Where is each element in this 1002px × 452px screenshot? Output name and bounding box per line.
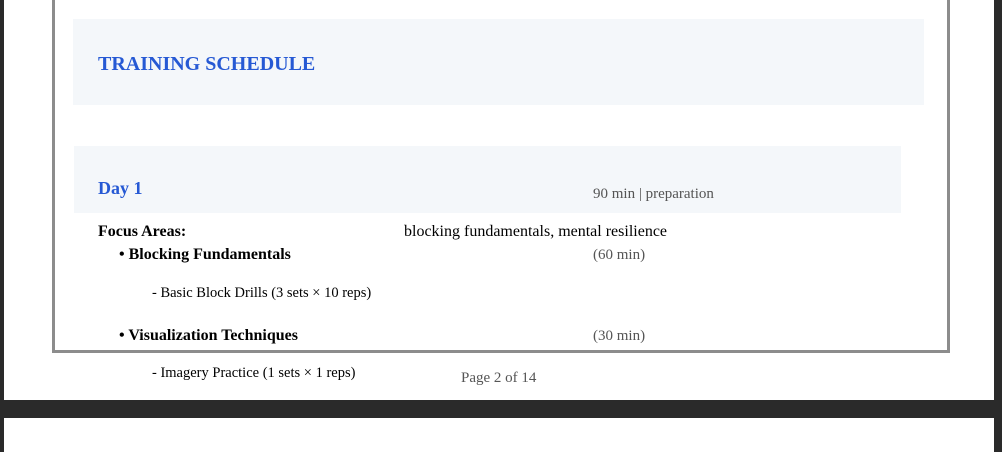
exercise-name: • Blocking Fundamentals xyxy=(119,246,291,263)
exercise-name: • Visualization Techniques xyxy=(119,327,298,344)
exercise-duration: (60 min) xyxy=(593,247,646,263)
document-page: TRAINING SCHEDULE Day 1 90 min | prepara… xyxy=(4,0,994,400)
day-header-band xyxy=(74,146,901,213)
page-number: Page 2 of 14 xyxy=(461,370,537,386)
drill-item: - Basic Block Drills (3 sets × 10 reps) xyxy=(152,285,372,301)
exercise-duration: (30 min) xyxy=(593,328,646,344)
day-title: Day 1 xyxy=(98,178,143,198)
day-meta: 90 min | preparation xyxy=(593,186,714,202)
focus-areas-label: Focus Areas: xyxy=(98,223,187,240)
page-title: TRAINING SCHEDULE xyxy=(98,53,316,75)
next-page xyxy=(4,418,994,452)
pdf-viewer: TRAINING SCHEDULE Day 1 90 min | prepara… xyxy=(0,0,1002,452)
drill-item: - Imagery Practice (1 sets × 1 reps) xyxy=(152,365,356,381)
focus-areas-value: blocking fundamentals, mental resilience xyxy=(404,223,668,240)
